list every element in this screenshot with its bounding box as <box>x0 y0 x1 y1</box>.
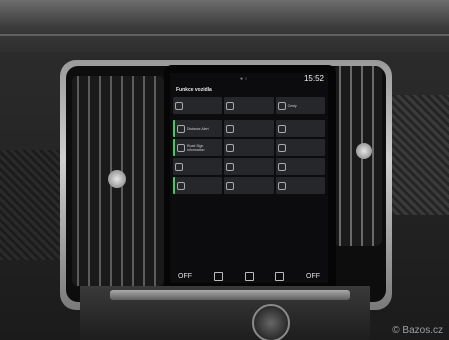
left-temp-off[interactable]: OFF <box>178 273 192 280</box>
function-tile[interactable] <box>275 139 325 156</box>
function-icon <box>177 181 185 190</box>
function-grid: Distance Alert Road Sign Information <box>170 120 328 194</box>
function-tile[interactable] <box>224 158 274 175</box>
function-icon <box>175 101 183 110</box>
function-tile[interactable] <box>275 177 325 194</box>
function-icon <box>277 181 286 190</box>
function-grid: Cesty <box>170 97 328 114</box>
function-icon <box>277 162 286 171</box>
climate-bar: OFF OFF <box>170 269 328 283</box>
vent-knob-left[interactable] <box>108 170 126 188</box>
function-icon <box>177 124 185 133</box>
function-tile[interactable] <box>224 120 274 137</box>
function-icon <box>277 143 286 152</box>
volume-knob[interactable] <box>252 304 290 340</box>
clock: 15:52 <box>303 74 324 83</box>
function-tile[interactable] <box>275 120 325 137</box>
function-tile[interactable] <box>224 177 274 194</box>
fan-icon[interactable] <box>244 271 254 281</box>
page-dots-icon: ● ○ <box>240 76 248 82</box>
trim-right <box>388 95 449 215</box>
function-icon <box>226 124 235 133</box>
car-dashboard-photo: ● ○ 15:52 Funkce vozidla Cesty Distance … <box>0 0 449 340</box>
function-icon <box>277 101 286 110</box>
seat-heat-icon[interactable] <box>213 271 223 281</box>
function-icon <box>226 162 235 171</box>
function-tile[interactable] <box>173 177 223 194</box>
function-icon <box>226 143 235 152</box>
function-icon <box>226 101 235 110</box>
vent-knob-right[interactable] <box>356 143 372 159</box>
function-icon <box>226 181 235 190</box>
dashboard-stitching <box>0 34 449 36</box>
function-tile[interactable] <box>224 97 274 114</box>
chrome-control-strip <box>110 290 350 300</box>
function-tile[interactable] <box>173 158 223 175</box>
seat-heat-icon[interactable] <box>275 271 285 281</box>
function-tile[interactable] <box>173 97 223 114</box>
function-tile[interactable] <box>224 139 274 156</box>
function-tile[interactable] <box>275 158 325 175</box>
screen-title: Funkce vozidla <box>176 87 212 93</box>
function-icon <box>177 143 185 152</box>
function-icon <box>175 162 183 171</box>
function-tile[interactable]: Distance Alert <box>173 120 223 137</box>
infotainment-screen[interactable]: ● ○ 15:52 Funkce vozidla Cesty Distance … <box>170 73 328 283</box>
status-bar: ● ○ 15:52 <box>170 73 328 85</box>
function-icon <box>277 124 286 133</box>
function-tile[interactable]: Cesty <box>275 97 325 114</box>
right-temp-off[interactable]: OFF <box>306 273 320 280</box>
function-tile[interactable]: Road Sign Information <box>173 139 223 156</box>
watermark: © Bazos.cz <box>392 325 443 336</box>
